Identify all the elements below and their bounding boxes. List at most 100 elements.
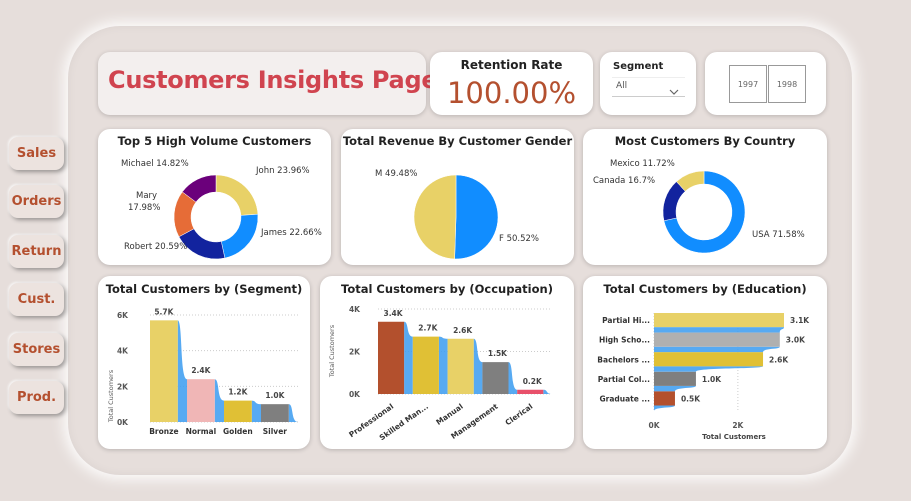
y-tick-label: 2K	[349, 348, 361, 357]
nav-orders-button[interactable]: Orders	[9, 185, 64, 218]
segment-slicer-card: Segment All	[600, 52, 696, 115]
data-label: 1.0K	[265, 391, 285, 400]
bar-ribbon	[288, 404, 298, 422]
data-label: 0.2K	[523, 377, 543, 386]
bar-ribbon	[177, 320, 187, 422]
country-customers-donut: USA 71.58% Canada 16.7% Mexico 11.72%	[593, 159, 805, 254]
y-axis-label: Total Customers	[328, 324, 336, 378]
x-tick-label: Manual	[434, 402, 464, 427]
x-axis-label: Total Customers	[702, 433, 766, 441]
nav-products-button[interactable]: Prod.	[9, 381, 64, 414]
nav-return-button[interactable]: Return	[9, 235, 64, 268]
bar[interactable]	[654, 332, 780, 347]
nav-customers-button[interactable]: Cust.	[9, 283, 64, 316]
segment-dropdown[interactable]: All	[612, 77, 685, 97]
bar-ribbon	[251, 400, 261, 422]
gender-revenue-card: Total Revenue By Customer Gender F 50.52…	[341, 129, 574, 265]
y-tick-label: Bachelors ...	[597, 355, 650, 364]
y-tick-label: 2K	[117, 382, 129, 391]
retention-card: Retention Rate 100.00%	[430, 52, 593, 115]
bar[interactable]	[654, 313, 784, 328]
country-customers-card: Most Customers By Country USA 71.58% Can…	[583, 129, 827, 265]
segment-slicer-label: Segment	[613, 61, 664, 72]
x-tick-label: 2K	[732, 421, 744, 430]
nav-stores-button[interactable]: Stores	[9, 333, 64, 366]
bar[interactable]	[654, 391, 675, 406]
page-title-card: Customers Insights Page	[98, 52, 438, 115]
x-tick-label: Normal	[186, 427, 217, 436]
y-tick-label: Partial Hi...	[602, 316, 650, 325]
year-tile-label: 1997	[737, 79, 759, 89]
segment-chart-card: Total Customers by (Segment) Total Custo…	[98, 276, 310, 449]
donut-label: USA 71.58%	[752, 230, 805, 240]
bar-ribbon	[654, 327, 784, 333]
bar[interactable]	[447, 338, 474, 394]
bar[interactable]	[378, 321, 405, 394]
slice-m[interactable]	[413, 174, 457, 260]
data-label: 0.5K	[681, 394, 701, 403]
y-tick-label: 4K	[117, 347, 129, 356]
data-label: 2.4K	[191, 366, 211, 375]
year-slicer-card: 1997 1998	[705, 52, 826, 115]
x-tick-label: Bronze	[149, 427, 178, 436]
donut-label: Canada 16.7%	[593, 176, 655, 186]
year-tile-1998[interactable]: 1998	[768, 65, 806, 103]
bar[interactable]	[412, 336, 439, 394]
nav-sales-button[interactable]: Sales	[9, 137, 64, 170]
bar-ribbon	[438, 336, 448, 394]
y-axis-label: Total Customers	[107, 369, 115, 423]
bar-ribbon	[543, 389, 552, 394]
bar[interactable]	[654, 371, 696, 386]
page-title: Customers Insights Page	[108, 66, 438, 94]
bar[interactable]	[654, 352, 764, 367]
y-tick-label: Partial Col...	[598, 375, 650, 384]
occupation-chart-card: Total Customers by (Occupation) Total Cu…	[320, 276, 574, 449]
data-label: 1.5K	[488, 349, 508, 358]
donut-label: John 23.96%	[255, 166, 310, 176]
donut-label: Mary	[136, 191, 157, 201]
bar[interactable]	[482, 362, 509, 394]
chevron-down-icon	[669, 81, 679, 100]
education-chart-card: Total Customers by (Education) Total Cus…	[583, 276, 827, 449]
x-tick-label: Clerical	[503, 402, 534, 427]
bar-ribbon	[473, 338, 483, 394]
donut-label: Michael 14.82%	[121, 159, 189, 169]
data-label: 5.7K	[154, 307, 174, 316]
slice-john[interactable]	[215, 174, 259, 216]
segment-bar-chart: Total Customers 0K 2K 4K 6K 5.7K Bronze 2.4K No…	[107, 307, 298, 436]
data-label: 1.0K	[702, 375, 722, 384]
y-tick-label: 0K	[349, 390, 361, 399]
bar[interactable]	[224, 400, 252, 422]
x-tick-label: Silver	[263, 427, 288, 436]
top-customers-donut: John 23.96% James 22.66% Robert 20.59% M…	[121, 159, 322, 260]
slice-f[interactable]	[454, 174, 499, 260]
year-tile-label: 1998	[776, 79, 798, 89]
bar-ribbon	[404, 321, 413, 394]
segment-dropdown-value: All	[616, 81, 628, 91]
donut-label: Mexico 11.72%	[610, 159, 675, 169]
x-tick-label: Golden	[223, 427, 253, 436]
y-tick-label: 0K	[117, 418, 129, 427]
year-tile-1997[interactable]: 1997	[729, 65, 767, 103]
data-label: 2.6K	[769, 355, 789, 364]
occupation-bar-chart: Total Customers 0K2K4K 3.4KProfessional2.…	[328, 305, 552, 442]
data-label: 3.0K	[786, 336, 806, 345]
bar[interactable]	[517, 389, 544, 394]
gender-revenue-pie: F 50.52% M 49.48%	[375, 169, 539, 260]
pie-label: M 49.48%	[375, 169, 417, 179]
data-label: 2.7K	[418, 324, 438, 333]
x-tick-label: 0K	[648, 421, 660, 430]
retention-label: Retention Rate	[460, 58, 563, 72]
bar-ribbon	[508, 362, 518, 394]
slice-james[interactable]	[220, 213, 259, 259]
bar[interactable]	[187, 379, 215, 422]
bar[interactable]	[261, 404, 289, 422]
education-bar-chart: Total Customers 0K 2K Partial Hi... 3.1K Hig…	[597, 313, 810, 441]
bar-ribbon	[214, 379, 224, 422]
y-tick-label: High Scho...	[599, 336, 650, 345]
bar-ribbon	[654, 385, 696, 392]
y-tick-label: 4K	[349, 305, 361, 314]
y-tick-label: 6K	[117, 311, 129, 320]
bar[interactable]	[150, 320, 178, 422]
retention-value: 100.00%	[446, 76, 577, 110]
